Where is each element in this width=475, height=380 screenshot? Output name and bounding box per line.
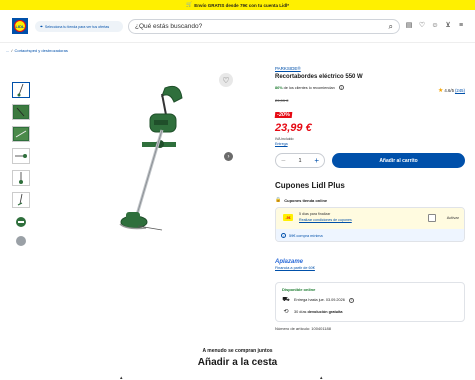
discount-badge: -20%: [274, 112, 293, 118]
thumbnail[interactable]: [12, 82, 30, 98]
favorites-icon[interactable]: ♡: [418, 22, 426, 30]
returns-row: ⟲ 30 días devolución gratuita: [282, 308, 458, 315]
purchase-row: − 1 + Añadir al carrito: [275, 153, 465, 168]
thumbnail[interactable]: [12, 104, 30, 120]
activate-coupon-label[interactable]: Activar: [447, 215, 459, 220]
carousel-peek-item: ▴: [320, 375, 323, 380]
menu-icon[interactable]: ≡: [457, 22, 465, 30]
info-icon: i: [281, 233, 286, 238]
review-count-link[interactable]: (245): [455, 88, 465, 93]
availability-box: Disponible online ⛟ Entrega hasta jue. 0…: [275, 282, 465, 322]
coupons-heading: Cupones Lidl Plus: [275, 181, 345, 190]
header-icons: ▤ ♡ ☺ ⊻ ≡: [405, 22, 465, 30]
info-icon[interactable]: i: [348, 297, 354, 303]
next-image-button[interactable]: ›: [224, 152, 233, 161]
thumbnail[interactable]: [12, 192, 30, 208]
location-pin-icon: ⌖: [40, 23, 43, 30]
rating-summary[interactable]: ★ 4.6/5 (245): [438, 87, 465, 94]
add-to-cart-button[interactable]: Añadir al carrito: [332, 153, 465, 168]
coupon-days-left: 5 días para finalizar: [299, 212, 331, 216]
rating-value: 4.6/5: [444, 88, 454, 93]
breadcrumb-item[interactable]: Cortacésped y desbrozadoras: [14, 48, 67, 53]
more-thumbnails-button[interactable]: [16, 236, 26, 246]
article-number: Número de artículo: 100401188: [275, 326, 331, 331]
delivery-row: ⛟ Entrega hasta jue. 03.09.2026 i: [282, 296, 458, 304]
availability-status: Disponible online: [282, 287, 316, 292]
cart-icon: 🛒: [186, 2, 193, 8]
account-icon[interactable]: ☺: [431, 22, 439, 30]
info-icon[interactable]: i: [338, 85, 344, 90]
recommendation-row: 86% de los clientes lo recomiendan i: [275, 85, 465, 90]
coupon-card: -5€ 5 días para finalizar Realizar condi…: [275, 207, 465, 242]
chevron-right-icon: ›: [227, 153, 230, 160]
site-header: LIDL ⌖ Selecciona tu tienda para ver tus…: [0, 10, 475, 43]
cart-icon[interactable]: ⊻: [444, 22, 452, 30]
returns-bold: devolución gratuita: [307, 309, 343, 314]
lidl-logo[interactable]: LIDL: [12, 18, 28, 34]
lock-icon: 🔒: [275, 197, 282, 203]
old-price: 29,99 €: [275, 98, 289, 103]
search-icon[interactable]: ⌕: [389, 22, 393, 32]
quantity-stepper[interactable]: − 1 +: [275, 153, 325, 168]
heart-icon: ♡: [222, 75, 230, 85]
bought-together-subtitle: A menudo se compran juntos: [202, 348, 273, 354]
store-selector-button[interactable]: ⌖ Selecciona tu tienda para ver tus ofer…: [35, 21, 123, 32]
breadcrumb-separator: /: [11, 48, 13, 53]
thumbnail-list: [12, 82, 32, 246]
logo-text: LIDL: [15, 23, 25, 29]
breadcrumb: ... / Cortacésped y desbrozadoras: [6, 48, 68, 53]
delivery-text: Entrega hasta jue. 03.09.2026: [294, 298, 345, 302]
coupon-minimum: 59€ compra mínima: [289, 233, 323, 238]
coupon-conditions-link[interactable]: Realizar condiciones de cupones: [299, 218, 352, 222]
plus-icon[interactable]: +: [314, 156, 319, 165]
activate-coupon-checkbox[interactable]: [428, 214, 436, 222]
current-price: 23,99 €: [275, 122, 312, 134]
thumbnail[interactable]: [12, 126, 30, 142]
product-image: [119, 85, 183, 231]
return-box-icon: ⟲: [283, 309, 289, 315]
promo-text: Envío GRATIS desde 79€ con tu cuenta Lid…: [194, 2, 289, 8]
quantity-value: 1: [298, 157, 302, 164]
search-placeholder: ¿Qué estás buscando?: [135, 23, 203, 30]
thumbnail[interactable]: [12, 148, 30, 164]
coupon-minimum-row: i 59€ compra mínima: [276, 229, 464, 241]
receipt-icon[interactable]: ▤: [405, 22, 413, 30]
minus-icon[interactable]: −: [281, 156, 286, 165]
financing-link[interactable]: Financia a partir de 60€: [275, 266, 465, 270]
thumbnail[interactable]: [12, 214, 30, 230]
tax-note: IVA incluido: [275, 137, 294, 141]
delivery-link[interactable]: Entrega: [275, 142, 465, 146]
returns-prefix: 30 días: [294, 309, 308, 314]
thumbnail[interactable]: [12, 170, 30, 186]
search-input[interactable]: ¿Qué estás buscando? ⌕: [128, 19, 400, 34]
store-selector-label: Selecciona tu tienda para ver tus oferta…: [44, 24, 110, 29]
product-details: PARKSIDE® Recortabordes eléctrico 550 W …: [274, 66, 465, 331]
recommend-percent: 86%: [275, 85, 283, 90]
product-title: Recortabordes eléctrico 550 W: [275, 74, 363, 80]
star-icon: ★: [438, 88, 444, 94]
coupons-subtitle: Cupones tienda online: [284, 197, 328, 203]
recommend-text: de los clientes lo recomiendan: [283, 85, 335, 90]
coupon-badge: -5€: [283, 214, 293, 221]
promo-banner[interactable]: 🛒 Envío GRATIS desde 79€ con tu cuenta L…: [0, 0, 475, 10]
truck-icon: ⛟: [282, 297, 290, 303]
brand-link[interactable]: PARKSIDE®: [275, 66, 465, 71]
bought-together-title: Añadir a la cesta: [197, 357, 278, 368]
coupons-subheading: 🔒 Cupones tienda online: [275, 197, 465, 203]
financing-brand: Aplazame: [275, 259, 304, 265]
add-to-favorites-button[interactable]: ♡: [219, 73, 233, 87]
breadcrumb-ellipsis[interactable]: ...: [6, 48, 9, 53]
carousel-peek-item: ▴: [120, 375, 123, 380]
